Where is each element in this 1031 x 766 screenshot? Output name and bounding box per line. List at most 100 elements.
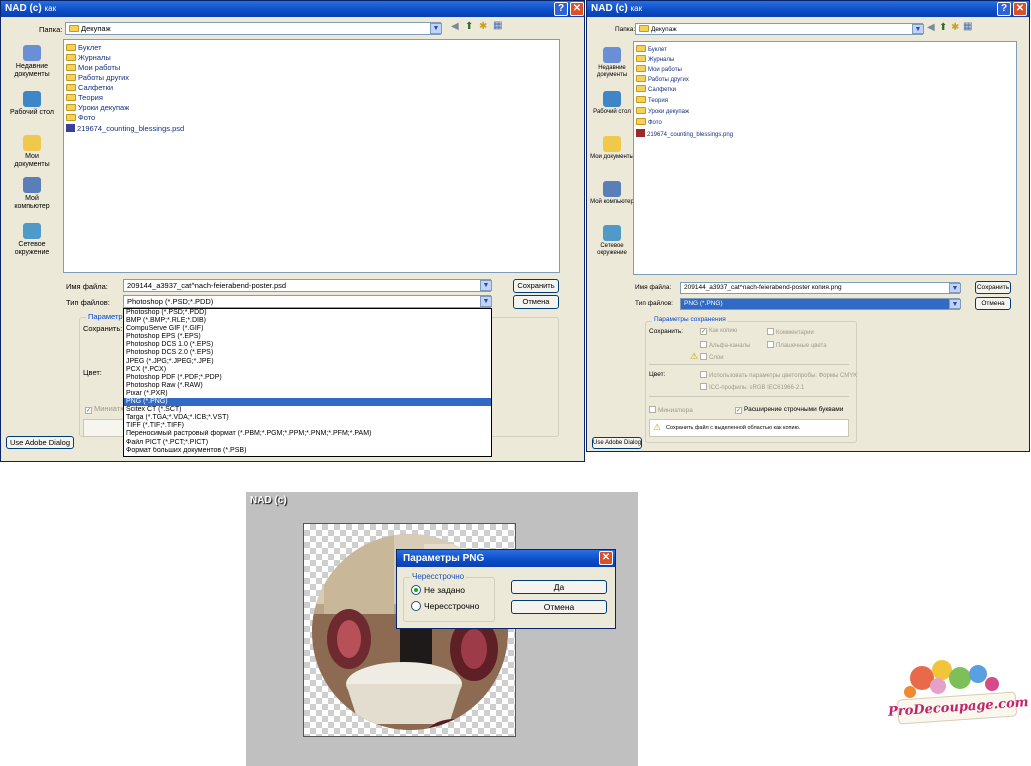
place-recent[interactable]: Недавние документы — [587, 47, 637, 79]
format-option[interactable]: BMP (*.BMP;*.RLE;*.DIB) — [124, 317, 491, 325]
format-option[interactable]: Переносимый растровый формат (*.PBM;*.PG… — [124, 430, 491, 438]
cancel-button[interactable]: Отмена — [513, 295, 559, 309]
format-option[interactable]: PCX (*.PCX) — [124, 366, 491, 374]
cancel-button[interactable]: Отмена — [511, 600, 607, 614]
warning-icon: ⚠ — [690, 351, 699, 361]
close-button[interactable]: ✕ — [599, 551, 613, 565]
filetype-dropdown-arrow[interactable]: ▼ — [480, 296, 492, 307]
back-icon[interactable]: ◀ — [451, 21, 459, 32]
list-item[interactable]: Фото — [636, 118, 662, 126]
proof-setup-checkbox[interactable]: Использовать параметры цветопробы: Формы… — [700, 371, 857, 379]
folder-value: Декупаж — [81, 24, 111, 33]
filetype-dropdown-arrow[interactable]: ▼ — [949, 299, 961, 309]
place-computer[interactable]: Мой компьютер — [7, 177, 57, 211]
format-option[interactable]: TIFF (*.TIF;*.TIFF) — [124, 422, 491, 430]
radio-interlaced[interactable]: Чересстрочно — [411, 601, 479, 611]
list-item[interactable]: Работы других — [636, 75, 689, 83]
format-option[interactable]: Scitex CT (*.SCT) — [124, 406, 491, 414]
place-label: Сетевое окружение — [14, 241, 50, 256]
list-item[interactable]: Уроки декупаж — [636, 107, 689, 115]
help-button[interactable]: ? — [997, 2, 1011, 16]
up-folder-icon[interactable]: ⬆ — [465, 21, 473, 32]
filename-dropdown-arrow[interactable]: ▼ — [480, 280, 492, 291]
ok-button[interactable]: Да — [511, 580, 607, 594]
radio-none[interactable]: Не задано — [411, 585, 465, 595]
place-recent[interactable]: Недавние документы — [7, 45, 57, 79]
cancel-button[interactable]: Отмена — [975, 297, 1011, 310]
folder-dropdown-arrow[interactable]: ▼ — [430, 23, 442, 34]
list-item[interactable]: Теория — [66, 93, 103, 102]
filename-input[interactable]: 209144_a3937_cat^nach-feierabend-poster.… — [123, 279, 491, 292]
format-option[interactable]: Формат больших документов (*.PSB) — [124, 447, 491, 455]
view-menu-icon[interactable]: ▦ — [963, 21, 972, 32]
format-option[interactable]: Файл PICT (*.PCT;*.PICT) — [124, 439, 491, 447]
format-option[interactable]: Photoshop EPS (*.EPS) — [124, 333, 491, 341]
folder-select[interactable]: Декупаж — [65, 22, 441, 35]
up-folder-icon[interactable]: ⬆ — [939, 22, 947, 33]
checkbox-icon — [767, 328, 774, 335]
list-item[interactable]: Уроки декупаж — [66, 103, 129, 112]
save-button[interactable]: Сохранить — [513, 279, 559, 293]
filetype-select[interactable]: PNG (*.PNG) — [680, 298, 960, 310]
place-documents[interactable]: Мои документы — [7, 135, 57, 169]
icc-profile-checkbox[interactable]: ICC-профиль: sRGB IEC61966-2.1 — [700, 383, 804, 391]
thumbnail-checkbox[interactable]: Миниатюра — [649, 406, 693, 414]
filetype-select[interactable]: Photoshop (*.PSD;*.PDD) — [123, 295, 491, 308]
format-option[interactable]: Targa (*.TGA;*.VDA;*.ICB;*.VST) — [124, 414, 491, 422]
checkbox-icon — [700, 341, 707, 348]
alpha-checkbox[interactable]: Альфа-каналы — [700, 341, 750, 349]
place-network[interactable]: Сетевое окружение — [587, 225, 637, 257]
list-item[interactable]: Журналы — [66, 53, 111, 62]
list-item[interactable]: Теория — [636, 96, 668, 104]
place-desktop[interactable]: Рабочий стол — [587, 91, 637, 116]
format-option[interactable]: JPEG (*.JPG;*.JPEG;*.JPE) — [124, 358, 491, 366]
folder-name: Теория — [648, 98, 668, 104]
checkbox-icon — [700, 383, 707, 390]
list-item[interactable]: Работы других — [66, 73, 129, 82]
format-option[interactable]: Pixar (*.PXR) — [124, 390, 491, 398]
list-item[interactable]: 219674_counting_blessings.png — [636, 129, 733, 138]
format-option[interactable]: Photoshop PDF (*.PDF;*.PDP) — [124, 374, 491, 382]
use-adobe-dialog-button[interactable]: Use Adobe Dialog — [6, 436, 74, 449]
file-format-dropdown[interactable]: Photoshop (*.PSD;*.PDD) BMP (*.BMP;*.RLE… — [123, 308, 492, 457]
format-option-selected[interactable]: PNG (*.PNG) — [124, 398, 491, 407]
new-folder-icon[interactable]: ✱ — [479, 21, 487, 32]
list-item[interactable]: Мои работы — [66, 63, 120, 72]
comments-checkbox[interactable]: Комментарии — [767, 328, 814, 336]
view-menu-icon[interactable]: ▦ — [493, 20, 502, 31]
folder-select[interactable]: Декупаж — [635, 23, 923, 35]
list-item[interactable]: Салфетки — [66, 83, 113, 92]
list-item[interactable]: Фото — [66, 113, 95, 122]
as-copy-checkbox[interactable]: ✓ Как копию — [700, 328, 737, 335]
format-option[interactable]: Photoshop DCS 1.0 (*.EPS) — [124, 341, 491, 349]
lowercase-extension-checkbox[interactable]: ✓ Расширение строчными буквами — [735, 406, 843, 414]
place-computer[interactable]: Мой компьютер — [587, 181, 637, 206]
list-item[interactable]: Салфетки — [636, 85, 676, 93]
help-button[interactable]: ? — [554, 2, 568, 16]
list-item[interactable]: 219674_counting_blessings.psd — [66, 124, 184, 133]
filename-dropdown-arrow[interactable]: ▼ — [949, 283, 961, 293]
place-desktop[interactable]: Рабочий стол — [7, 91, 57, 117]
format-option[interactable]: Photoshop Raw (*.RAW) — [124, 382, 491, 390]
folder-icon — [636, 55, 646, 62]
spot-colors-checkbox[interactable]: Плашечные цвета — [767, 341, 827, 349]
folder-dropdown-arrow[interactable]: ▼ — [912, 24, 924, 34]
back-icon[interactable]: ◀ — [927, 22, 935, 33]
new-folder-icon[interactable]: ✱ — [951, 22, 959, 33]
filetype-label: Тип файлов: — [635, 300, 673, 307]
close-button[interactable]: ✕ — [1013, 2, 1027, 16]
place-documents[interactable]: Мои документы — [587, 136, 637, 161]
filename-input[interactable]: 209144_a3937_cat^nach-feierabend-poster … — [680, 282, 960, 294]
list-item[interactable]: Буклет — [636, 45, 667, 53]
list-item[interactable]: Журналы — [636, 55, 674, 63]
list-item[interactable]: Буклет — [66, 43, 102, 52]
layers-checkbox[interactable]: Слои — [700, 353, 724, 361]
format-option[interactable]: Photoshop DCS 2.0 (*.EPS) — [124, 349, 491, 357]
use-adobe-dialog-button[interactable]: Use Adobe Dialog — [592, 437, 642, 449]
format-option[interactable]: Photoshop (*.PSD;*.PDD) — [124, 309, 491, 317]
place-network[interactable]: Сетевое окружение — [7, 223, 57, 257]
list-item[interactable]: Мои работы — [636, 65, 682, 73]
format-option[interactable]: CompuServe GIF (*.GIF) — [124, 325, 491, 333]
save-button[interactable]: Сохранить — [975, 281, 1011, 294]
close-button[interactable]: ✕ — [570, 2, 584, 16]
